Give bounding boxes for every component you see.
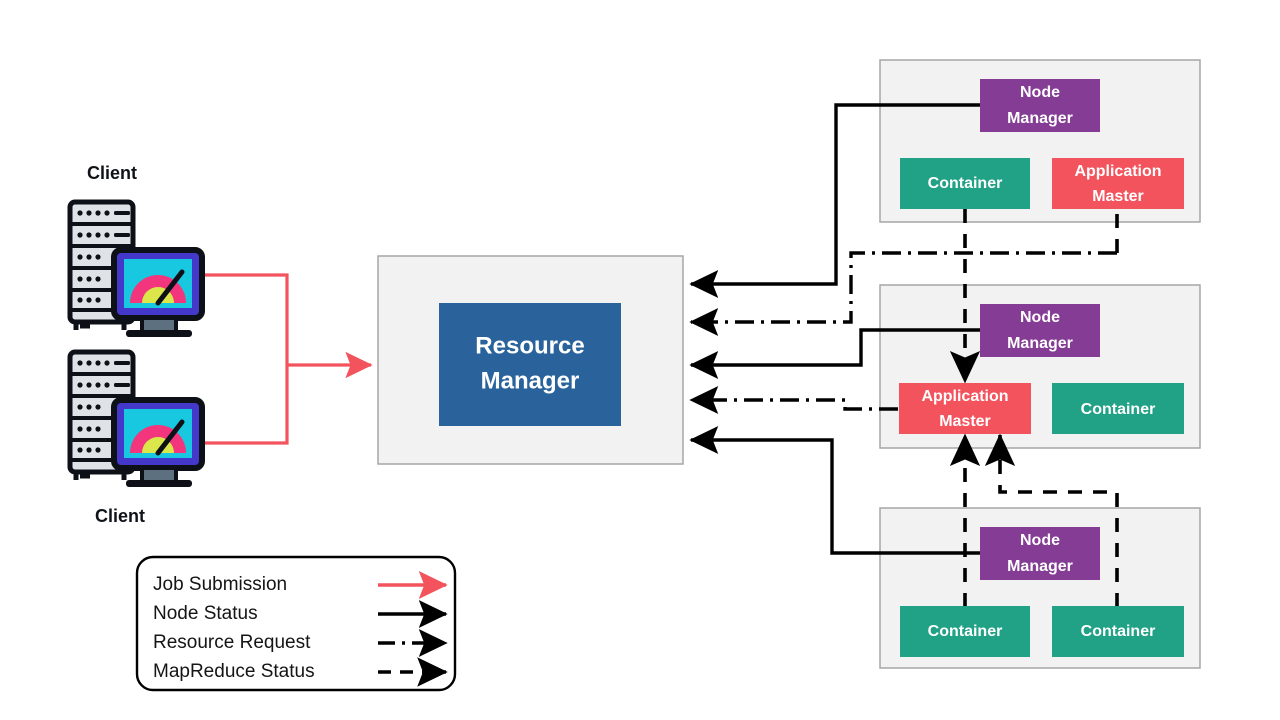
legend-label-resource-request: Resource Request bbox=[153, 632, 311, 653]
node-manager-top-label-line1: Node bbox=[1020, 84, 1060, 101]
yarn-architecture-diagram: Client Client Resource Manager Node Mana… bbox=[67, 59, 1201, 692]
server-monitor-gauge-icon bbox=[67, 199, 205, 337]
application-master-middle-label-line1: Application bbox=[921, 388, 1008, 405]
legend-label-mapreduce-status: MapReduce Status bbox=[153, 661, 315, 682]
container-top-label: Container bbox=[928, 175, 1003, 192]
container-bottom-left-label: Container bbox=[928, 623, 1003, 640]
server-monitor-gauge-icon bbox=[67, 349, 205, 487]
node-manager-middle-label-line1: Node bbox=[1020, 309, 1060, 326]
client-1: Client bbox=[67, 163, 205, 337]
container-middle-label: Container bbox=[1081, 401, 1156, 418]
legend-label-job-submission: Job Submission bbox=[153, 574, 287, 595]
diagram-canvas: Client Client Resource Manager Node Mana… bbox=[0, 0, 1280, 720]
resource-manager-panel: Resource Manager bbox=[377, 255, 684, 465]
client-2-label: Client bbox=[95, 506, 145, 526]
legend: Job Submission Node Status Resource Requ… bbox=[135, 555, 457, 692]
client-2: Client bbox=[67, 349, 205, 526]
node-manager-middle-label-line2: Manager bbox=[1007, 335, 1073, 352]
legend-label-node-status: Node Status bbox=[153, 603, 258, 624]
node-manager-bottom-label-line1: Node bbox=[1020, 532, 1060, 549]
container-bottom-right-label: Container bbox=[1081, 623, 1156, 640]
application-master-top-label-line1: Application bbox=[1074, 163, 1161, 180]
resource-manager-box[interactable] bbox=[439, 303, 621, 426]
application-master-middle-label-line2: Master bbox=[939, 413, 991, 430]
client-1-label: Client bbox=[87, 163, 137, 183]
node-manager-bottom-label-line2: Manager bbox=[1007, 558, 1073, 575]
resource-manager-label-line1: Resource bbox=[475, 332, 584, 359]
application-master-top-label-line2: Master bbox=[1092, 188, 1144, 205]
job-submission-edges bbox=[205, 273, 373, 445]
resource-manager-label-line2: Manager bbox=[481, 367, 580, 394]
node-manager-top-label-line2: Manager bbox=[1007, 110, 1073, 127]
